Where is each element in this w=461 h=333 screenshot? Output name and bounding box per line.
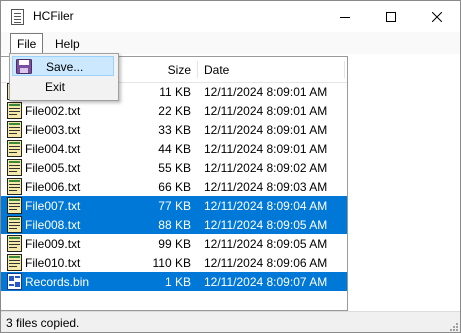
maximize-icon: [386, 11, 396, 22]
file-size: 44 KB: [158, 142, 191, 156]
floppy-disk-icon: [16, 59, 32, 74]
file-size: 66 KB: [158, 180, 191, 194]
menu-file[interactable]: File: [10, 33, 44, 54]
menu-item-label: Save...: [46, 60, 84, 74]
file-date: 12/11/2024 8:09:01 AM: [204, 104, 328, 118]
file-menu-dropdown: Save... Exit: [9, 53, 119, 101]
text-file-icon: [7, 254, 22, 271]
file-size: 88 KB: [158, 218, 191, 232]
file-size: 110 KB: [152, 256, 191, 270]
table-row[interactable]: File005.txt 55 KB 12/11/2024 8:09:02 AM: [1, 158, 347, 177]
maximize-button[interactable]: [368, 1, 414, 32]
file-size: 11 KB: [159, 85, 191, 99]
file-date: 12/11/2024 8:09:02 AM: [204, 161, 328, 175]
file-date: 12/11/2024 8:09:03 AM: [204, 180, 328, 194]
table-row[interactable]: File002.txt 22 KB 12/11/2024 8:09:01 AM: [1, 101, 347, 120]
table-row[interactable]: File007.txt 77 KB 12/11/2024 8:09:04 AM: [1, 196, 347, 215]
resize-grip-icon[interactable]: [448, 321, 458, 331]
file-size: 33 KB: [158, 123, 191, 137]
status-bar: 3 files copied.: [1, 311, 460, 332]
binary-file-icon: [7, 273, 22, 290]
file-name: File005.txt: [25, 161, 81, 175]
table-row[interactable]: File004.txt 44 KB 12/11/2024 8:09:01 AM: [1, 139, 347, 158]
text-file-icon: [7, 235, 22, 252]
file-name: File010.txt: [25, 256, 81, 270]
table-row[interactable]: File006.txt 66 KB 12/11/2024 8:09:03 AM: [1, 177, 347, 196]
file-name: Records.bin: [25, 275, 90, 289]
file-name: File007.txt: [25, 199, 81, 213]
menu-help[interactable]: Help: [49, 34, 86, 54]
text-file-icon: [7, 102, 22, 119]
text-file-icon: [7, 121, 22, 138]
table-row[interactable]: Records.bin 1 KB 12/11/2024 8:09:07 AM: [1, 272, 347, 291]
file-size: 99 KB: [158, 237, 191, 251]
file-date: 12/11/2024 8:09:01 AM: [204, 85, 328, 99]
file-date: 12/11/2024 8:09:01 AM: [204, 142, 328, 156]
file-size: 55 KB: [158, 161, 191, 175]
menu-bar: File Help: [1, 32, 460, 54]
close-icon: [432, 11, 442, 22]
app-icon: [11, 9, 24, 25]
file-date: 12/11/2024 8:09:06 AM: [204, 256, 328, 270]
file-name: File003.txt: [25, 123, 81, 137]
table-row[interactable]: File003.txt 33 KB 12/11/2024 8:09:01 AM: [1, 120, 347, 139]
file-date: 12/11/2024 8:09:05 AM: [204, 218, 328, 232]
menu-item-exit[interactable]: Exit: [12, 77, 114, 97]
text-file-icon: [7, 159, 22, 176]
file-date: 12/11/2024 8:09:01 AM: [204, 123, 328, 137]
text-file-icon: [7, 197, 22, 214]
column-divider[interactable]: [344, 61, 345, 78]
title-bar[interactable]: HCFiler: [1, 1, 460, 32]
file-date: 12/11/2024 8:09:05 AM: [204, 237, 328, 251]
text-file-icon: [7, 178, 22, 195]
status-text: 3 files copied.: [6, 316, 80, 330]
file-size: 1 KB: [164, 275, 191, 289]
window-title: HCFiler: [33, 9, 74, 23]
file-name: File004.txt: [25, 142, 81, 156]
menu-item-save[interactable]: Save...: [12, 56, 114, 76]
file-size: 77 KB: [158, 199, 191, 213]
menu-item-label: Exit: [45, 80, 66, 94]
file-size: 22 KB: [158, 104, 191, 118]
column-header-date[interactable]: Date: [204, 57, 229, 82]
file-name: File009.txt: [25, 237, 81, 251]
file-name: File002.txt: [25, 104, 81, 118]
text-file-icon: [7, 216, 22, 233]
minimize-button[interactable]: [322, 1, 368, 32]
table-row[interactable]: File009.txt 99 KB 12/11/2024 8:09:05 AM: [1, 234, 347, 253]
column-divider[interactable]: [197, 61, 198, 78]
file-name: File008.txt: [25, 218, 81, 232]
app-window: HCFiler File Help Size Date File001.txt1…: [0, 0, 461, 333]
file-date: 12/11/2024 8:09:07 AM: [204, 275, 328, 289]
file-date: 12/11/2024 8:09:04 AM: [204, 199, 328, 213]
close-button[interactable]: [414, 1, 460, 32]
text-file-icon: [7, 140, 22, 157]
table-row[interactable]: File010.txt 110 KB 12/11/2024 8:09:06 AM: [1, 253, 347, 272]
minimize-icon: [340, 16, 350, 18]
column-header-size[interactable]: Size: [168, 57, 191, 82]
file-name: File006.txt: [25, 180, 81, 194]
table-row[interactable]: File008.txt 88 KB 12/11/2024 8:09:05 AM: [1, 215, 347, 234]
